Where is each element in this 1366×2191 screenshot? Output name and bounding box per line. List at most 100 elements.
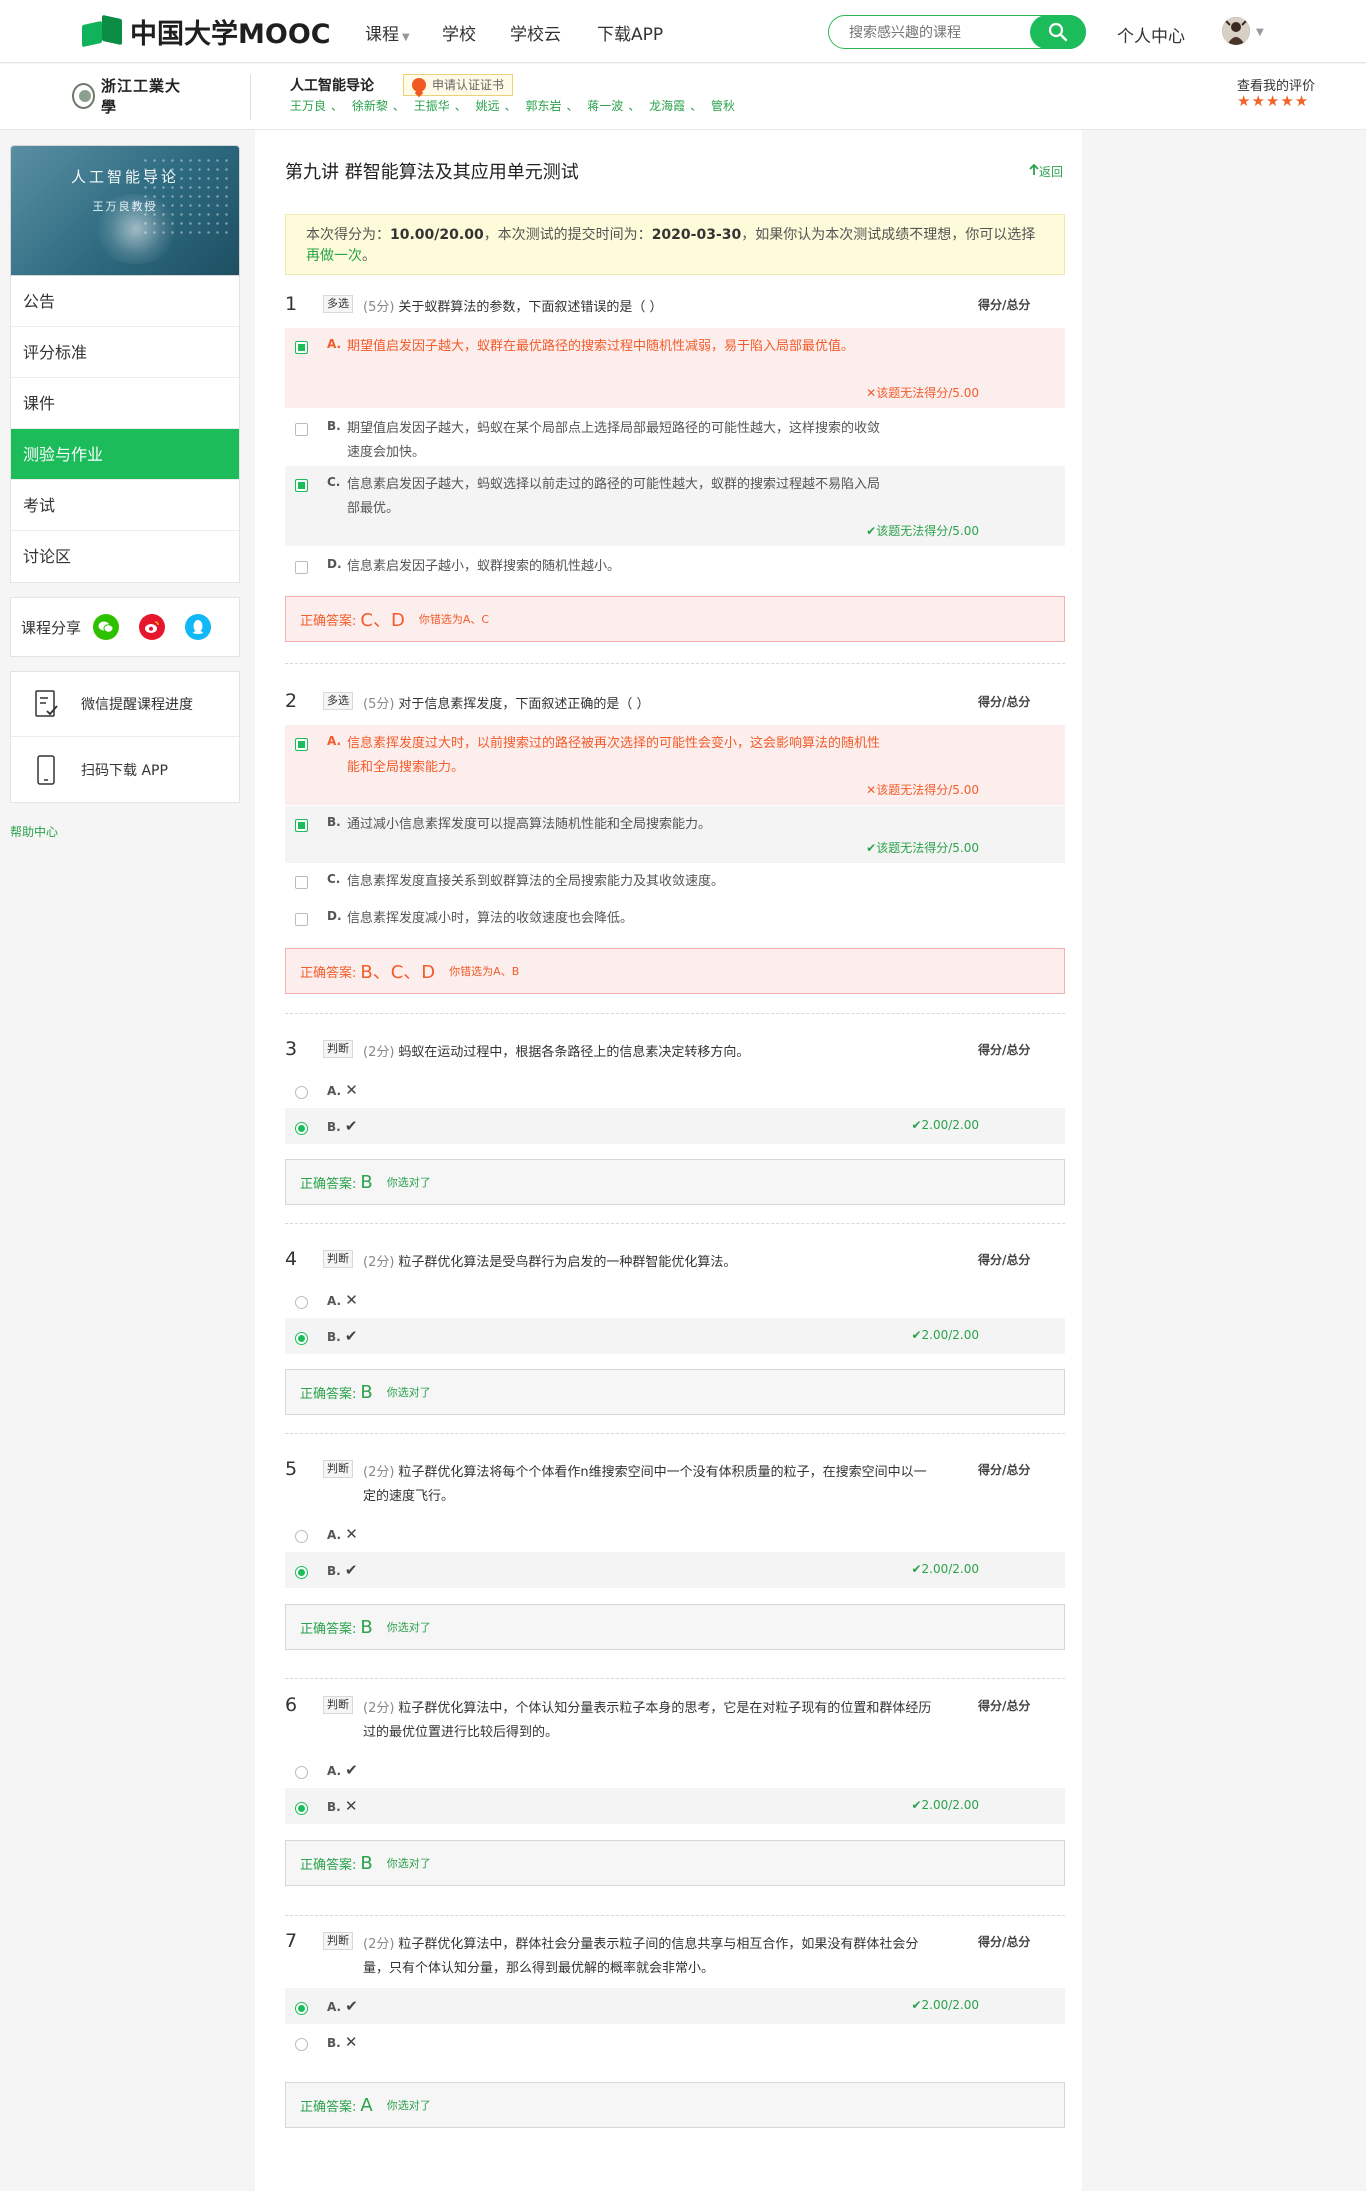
teacher-link[interactable]: 蒋一波 [587, 99, 623, 113]
redo-link[interactable]: 再做一次 [306, 248, 362, 264]
question-number: 3 [285, 1038, 298, 1060]
weibo-icon[interactable] [139, 614, 166, 640]
option-c[interactable]: C. 信息素启发因子越大，蚂蚁选择以前走过的路径的可能性越大，蚁群的搜索过程越不… [285, 466, 1065, 546]
menu-item-quizzes[interactable]: 测验与作业 [11, 429, 239, 480]
apply-certificate-button[interactable]: 申请认证证书 [403, 74, 514, 96]
option-b[interactable]: B. ✔ ✔2.00/2.00 [285, 1108, 1065, 1144]
checkbox-checked[interactable] [295, 738, 308, 751]
option-a[interactable]: A. 期望值启发因子越大，蚁群在最优路径的搜索过程中随机性减弱，易于陷入局部最优… [285, 328, 1065, 408]
option-c[interactable]: C. 信息素挥发度直接关系到蚁群算法的全局搜索能力及其收敛速度。 [285, 863, 1065, 899]
menu-item-courseware[interactable]: 课件 [11, 378, 239, 429]
menu-item-exam[interactable]: 考试 [11, 480, 239, 531]
correct-answer: B [360, 1381, 373, 1403]
menu-item-grading[interactable]: 评分标准 [11, 327, 239, 378]
score-total-label: 得分/总分 [978, 298, 1031, 312]
checkbox-checked[interactable] [295, 479, 308, 492]
teacher-link[interactable]: 徐新黎 [352, 99, 388, 113]
option-a[interactable]: A. 信息素挥发度过大时，以前搜索过的路径被再次选择的可能性会变小，这会影响算法… [285, 725, 1065, 805]
cross-icon: ✕ [345, 1291, 358, 1309]
nav-school[interactable]: 学校 [442, 20, 476, 45]
course-title[interactable]: 人工智能导论 [290, 75, 374, 95]
answer-box: 正确答案: C、D 你错选为A、C [285, 596, 1065, 642]
question-2: 2 多选 (5分) 对于信息素挥发度，下面叙述正确的是（ ） 得分/总分 A. 信… [285, 690, 1065, 994]
radio[interactable] [295, 1296, 308, 1309]
option-b[interactable]: B. ✔ ✔2.00/2.00 [285, 1318, 1065, 1354]
score-total-label: 得分/总分 [978, 1463, 1031, 1477]
nav-courses[interactable]: 课程 ▼ [365, 20, 410, 45]
radio[interactable] [295, 1766, 308, 1779]
question-type-tag: 多选 [323, 295, 353, 313]
radio-selected[interactable] [295, 1332, 308, 1345]
checkbox[interactable] [295, 561, 308, 574]
teacher-link[interactable]: 王万良 [290, 99, 326, 113]
correct-answer: A [360, 2094, 373, 2116]
radio-selected[interactable] [295, 1566, 308, 1579]
option-b[interactable]: B. ✕ [285, 2024, 1065, 2060]
option-b[interactable]: B. ✔ ✔2.00/2.00 [285, 1552, 1065, 1588]
wechat-reminder-item[interactable]: 微信提醒课程进度 [11, 672, 239, 737]
option-a[interactable]: A. ✕ [285, 1072, 1065, 1108]
radio[interactable] [295, 1530, 308, 1543]
teacher-list: 王万良、 徐新黎、 王振华、 姚远、 郭东岩、 蒋一波、 龙海霞、 管秋 [290, 99, 736, 113]
page-title: 第九讲 群智能算法及其应用单元测试 [285, 162, 579, 183]
quiz-content: 第九讲 群智能算法及其应用单元测试 返回 本次得分为：10.00/20.00，本… [255, 130, 1082, 2191]
radio-selected[interactable] [295, 1802, 308, 1815]
checkbox[interactable] [295, 913, 308, 926]
answer-feedback: 你选对了 [386, 1386, 431, 1399]
radio-selected[interactable] [295, 1122, 308, 1135]
option-a[interactable]: A. ✕ [285, 1516, 1065, 1552]
question-number: 1 [285, 293, 298, 315]
question-number: 7 [285, 1930, 298, 1952]
checkbox-checked[interactable] [295, 819, 308, 832]
option-b[interactable]: B. ✕ ✔2.00/2.00 [285, 1788, 1065, 1824]
checkbox[interactable] [295, 423, 308, 436]
avatar[interactable] [1222, 17, 1250, 45]
menu-item-forum[interactable]: 讨论区 [11, 531, 239, 582]
certificate-icon [412, 78, 426, 92]
question-text: (5分) 关于蚁群算法的参数，下面叙述错误的是（ ） [363, 300, 663, 315]
teacher-link[interactable]: 管秋 [711, 99, 735, 113]
search-button[interactable] [1030, 15, 1086, 49]
answer-box: 正确答案: B 你选对了 [285, 1840, 1065, 1886]
help-center-link[interactable]: 帮助中心 [10, 823, 240, 840]
question-type-tag: 判断 [323, 1932, 353, 1950]
qq-icon[interactable] [185, 614, 212, 640]
search-input[interactable] [849, 22, 1019, 44]
menu-item-announcement[interactable]: 公告 [11, 276, 239, 327]
wechat-icon[interactable] [93, 614, 120, 640]
option-b[interactable]: B. 期望值启发因子越大，蚂蚁在某个局部点上选择局部最短路径的可能性越大，这样搜… [285, 410, 1065, 464]
option-a[interactable]: A. ✔ [285, 1752, 1065, 1788]
download-app-item[interactable]: 扫码下载 APP [11, 737, 239, 802]
teacher-link[interactable]: 郭东岩 [525, 99, 561, 113]
share-panel: 课程分享 [10, 597, 240, 657]
course-cover-image: 人工智能导论 王万良教授 [10, 145, 240, 276]
option-a[interactable]: A. ✕ [285, 1282, 1065, 1318]
cross-icon: ✕ [345, 1525, 358, 1543]
radio[interactable] [295, 1086, 308, 1099]
teacher-link[interactable]: 王振华 [414, 99, 450, 113]
check-icon: ✔ [866, 524, 877, 538]
nav-school-cloud[interactable]: 学校云 [510, 20, 561, 45]
radio-selected[interactable] [295, 2002, 308, 2015]
checkbox[interactable] [295, 876, 308, 889]
avatar-chevron-icon[interactable]: ▼ [1256, 27, 1264, 38]
score-total-label: 得分/总分 [978, 1699, 1031, 1713]
back-link[interactable]: 返回 [1029, 163, 1063, 180]
teacher-link[interactable]: 龙海霞 [649, 99, 685, 113]
check-icon: ✔ [344, 1327, 358, 1345]
personal-center-link[interactable]: 个人中心 [1117, 22, 1185, 47]
radio[interactable] [295, 2038, 308, 2051]
top-navbar: 中国大学MOOC 课程▼ 学校 学校云 下载APP 个人中心 ▼ [0, 0, 1366, 63]
check-icon: ✔ [344, 1117, 358, 1135]
nav-download-app[interactable]: 下载APP [597, 20, 663, 45]
option-b[interactable]: B. 通过减小信息素挥发度可以提高算法随机性能和全局搜索能力。 ✔该题无法得分/… [285, 806, 1065, 863]
teacher-link[interactable]: 姚远 [476, 99, 500, 113]
option-d[interactable]: D. 信息素启发因子越小，蚁群搜索的随机性越小。 [285, 548, 1065, 582]
question-type-tag: 判断 [323, 1696, 353, 1714]
mooc-logo[interactable]: 中国大学MOOC [82, 14, 331, 50]
option-a[interactable]: A. ✔ ✔2.00/2.00 [285, 1988, 1065, 2024]
checkbox-checked[interactable] [295, 341, 308, 354]
school-logo[interactable]: 浙江工業大學 [72, 77, 184, 116]
mooc-logo-icon [82, 14, 124, 48]
option-d[interactable]: D. 信息素挥发度减小时，算法的收敛速度也会降低。 [285, 900, 1065, 936]
